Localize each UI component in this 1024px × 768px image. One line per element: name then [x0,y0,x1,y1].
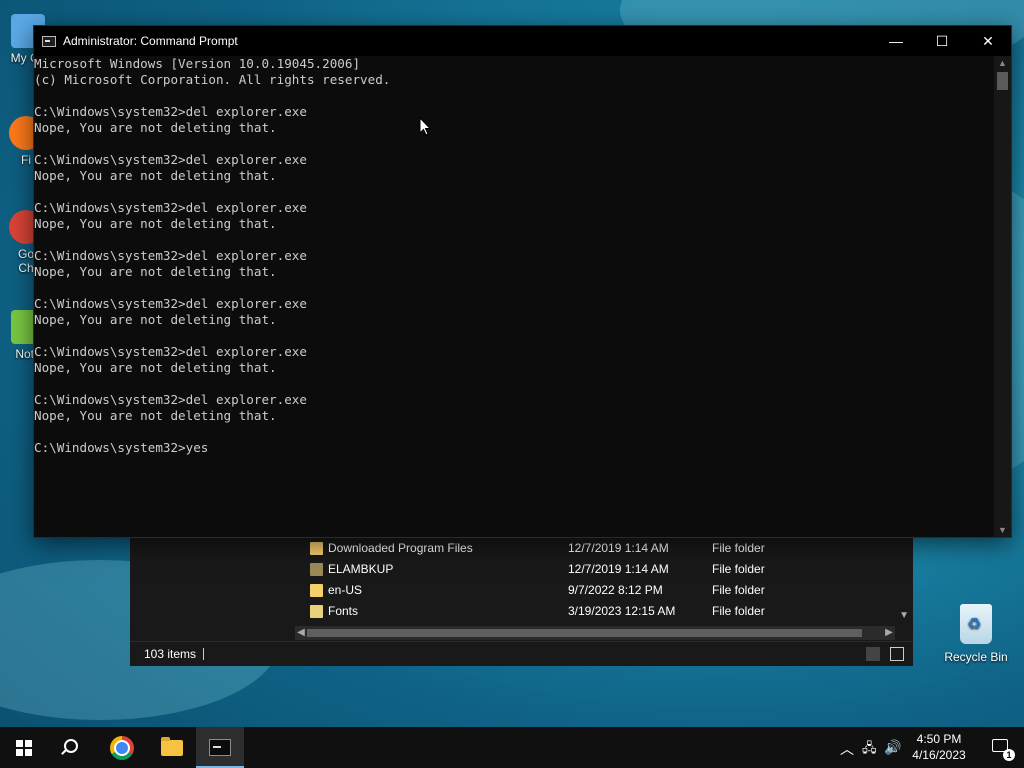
mouse-cursor-icon [419,117,431,136]
file-list: Downloaded Program Files 12/7/2019 1:14 … [306,538,906,622]
notification-count-badge: 1 [1003,749,1015,761]
file-row[interactable]: ELAMBKUP 12/7/2019 1:14 AM File folder [306,559,906,580]
close-button[interactable]: ✕ [965,26,1011,56]
search-icon [64,739,78,753]
console-line: Nope, You are not deleting that. [34,168,277,183]
console-line: C:\Windows\system32>del explorer.exe [34,296,307,311]
taskbar-chrome[interactable] [98,727,146,768]
navigation-pane[interactable] [130,536,287,644]
console-line: Nope, You are not deleting that. [34,312,277,327]
chevron-up-icon[interactable]: ︿ [840,739,854,759]
file-date: 12/7/2019 1:14 AM [568,541,669,555]
console-line: C:\Windows\system32>del explorer.exe [34,392,307,407]
console-line: C:\Windows\system32>yes [34,440,209,455]
file-date: 12/7/2019 1:14 AM [568,562,669,576]
scroll-right-arrow-icon[interactable]: ▶ [883,626,895,640]
search-button[interactable] [48,727,96,768]
file-name: Fonts [328,604,359,618]
command-prompt-icon [209,739,231,756]
desktop-icon-label: Recycle Bin [944,650,1008,664]
file-type: File folder [712,541,765,555]
file-explorer-window: Downloaded Program Files 12/7/2019 1:14 … [130,536,913,666]
taskbar-command-prompt[interactable] [196,727,244,768]
console-line: Nope, You are not deleting that. [34,120,277,135]
folder-icon [310,563,323,576]
desktop-icon-recycle-bin[interactable]: Recycle Bin [944,604,1008,664]
item-count: 103 items [144,647,197,661]
status-bar: 103 items [130,641,913,666]
large-icons-view-icon[interactable] [890,647,904,661]
file-type: File folder [712,583,765,597]
console-line: C:\Windows\system32>del explorer.exe [34,104,307,119]
scroll-up-arrow-icon[interactable]: ▲ [994,56,1011,70]
console-line: Nope, You are not deleting that. [34,264,277,279]
details-view-icon[interactable] [866,647,880,661]
command-prompt-icon [42,36,56,47]
command-prompt-window[interactable]: Administrator: Command Prompt — ☐ ✕ Micr… [34,26,1011,537]
file-name: ELAMBKUP [328,562,394,576]
chrome-icon [110,736,134,760]
file-row[interactable]: en-US 9/7/2022 8:12 PM File folder [306,580,906,601]
volume-icon[interactable]: 🔊 [884,739,901,756]
network-icon[interactable]: 🖧 [862,739,877,761]
scroll-left-arrow-icon[interactable]: ◀ [295,626,307,640]
console-line: C:\Windows\system32>del explorer.exe [34,248,307,263]
file-type: File folder [712,562,765,576]
scrollbar-thumb[interactable] [307,629,862,637]
clock-date: 4/16/2023 [912,748,966,762]
file-date: 9/7/2022 8:12 PM [568,583,663,597]
title-bar[interactable]: Administrator: Command Prompt — ☐ ✕ [34,26,1011,56]
file-row[interactable]: Downloaded Program Files 12/7/2019 1:14 … [306,538,906,559]
folder-icon [310,584,323,597]
status-separator [203,648,204,660]
console-line: C:\Windows\system32>del explorer.exe [34,200,307,215]
system-clock[interactable]: 4:50 PM 4/16/2023 [900,731,978,763]
windows-logo-icon [16,740,32,756]
window-title: Administrator: Command Prompt [63,34,238,48]
console-line: C:\Windows\system32>del explorer.exe [34,152,307,167]
console-output[interactable]: Microsoft Windows [Version 10.0.19045.20… [34,56,994,537]
notification-center-button[interactable]: 1 [980,727,1024,768]
maximize-button[interactable]: ☐ [919,26,965,56]
file-name: en-US [328,583,363,597]
console-line: Nope, You are not deleting that. [34,408,277,423]
minimize-button[interactable]: — [873,26,919,56]
console-line: Nope, You are not deleting that. [34,216,277,231]
console-line: (c) Microsoft Corporation. All rights re… [34,72,391,87]
file-type: File folder [712,604,765,618]
fonts-folder-icon [310,605,323,618]
file-explorer-icon [161,737,183,756]
clock-time: 4:50 PM [916,732,962,746]
console-line: C:\Windows\system32>del explorer.exe [34,344,307,359]
recycle-bin-icon [960,604,992,644]
start-button[interactable] [0,727,48,768]
vertical-scrollbar[interactable]: ▲ ▼ [994,56,1011,537]
file-date: 3/19/2023 12:15 AM [568,604,676,618]
file-row[interactable]: Fonts 3/19/2023 12:15 AM File folder [306,601,906,622]
console-line: Nope, You are not deleting that. [34,360,277,375]
horizontal-scrollbar[interactable]: ◀ ▶ [295,626,895,640]
file-name: Downloaded Program Files [328,541,473,555]
console-line: Microsoft Windows [Version 10.0.19045.20… [34,56,361,71]
scrollbar-thumb[interactable] [997,72,1008,90]
scroll-down-arrow-icon[interactable]: ▼ [899,610,909,621]
scroll-down-arrow-icon[interactable]: ▼ [994,523,1011,537]
taskbar: ︿ 🖧 🔊 4:50 PM 4/16/2023 1 [0,727,1024,768]
taskbar-file-explorer[interactable] [148,727,196,768]
folder-icon [310,542,323,555]
